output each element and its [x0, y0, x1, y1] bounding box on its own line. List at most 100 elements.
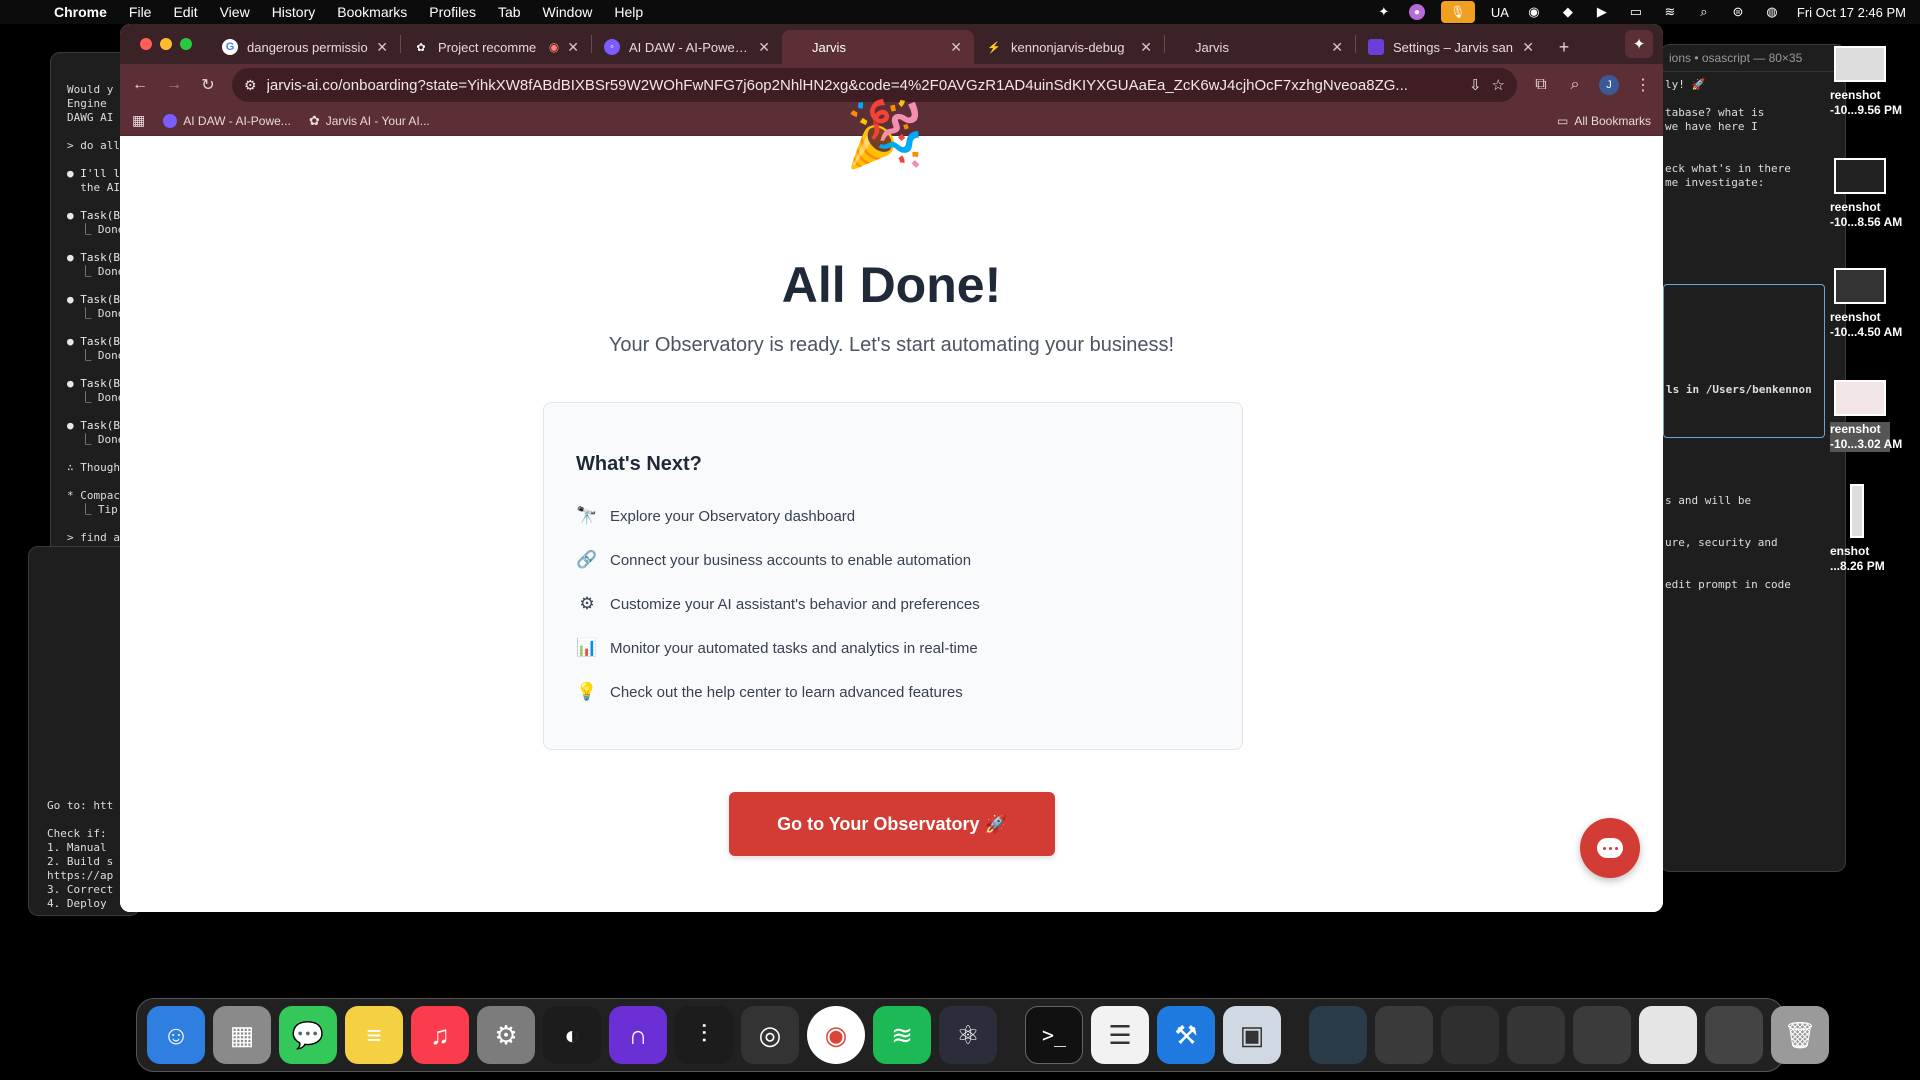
clock[interactable]: Fri Oct 17 2:46 PM [1797, 5, 1906, 20]
desktop-screenshot-file[interactable]: reenshot -10...3.02 AM [1830, 380, 1902, 452]
bookmark-jarvis-ai[interactable]: ✿ Jarvis AI - Your AI... [309, 113, 430, 129]
tab-ai-daw[interactable]: ◦ AI DAW - AI-Powered ✕ [592, 30, 782, 64]
back-icon[interactable]: ← [130, 76, 150, 94]
tab-dangerous-permissions[interactable]: G dangerous permissio ✕ [210, 30, 400, 64]
tab-kennonjarvis-debug[interactable]: ⚡ kennonjarvis-debug ✕ [974, 30, 1164, 64]
music-icon[interactable]: ♫ [411, 1006, 469, 1064]
reminders-icon[interactable]: ☰ [1091, 1006, 1149, 1064]
trash-icon[interactable]: 🗑 [1771, 1006, 1829, 1064]
close-tab-icon[interactable]: ✕ [758, 39, 770, 56]
onboarding-page: 🎉 All Done! Your Observatory is ready. L… [120, 102, 1663, 912]
minimized-window-icon[interactable] [1507, 1006, 1565, 1064]
more-menu-icon[interactable]: ⋮ [1633, 75, 1653, 95]
tab-jarvis[interactable]: Jarvis ✕ [1165, 30, 1355, 64]
address-bar[interactable]: ⚙ jarvis-ai.co/onboarding?state=YihkXW8f… [232, 68, 1517, 102]
menu-profiles[interactable]: Profiles [429, 4, 476, 20]
xcode-icon[interactable]: ⚒ [1157, 1006, 1215, 1064]
compressor-icon[interactable]: ◎ [741, 1006, 799, 1064]
messages-icon[interactable]: 💬 [279, 1006, 337, 1064]
next-item-monitor: 📊 Monitor your automated tasks and analy… [576, 626, 1210, 670]
extensions-icon[interactable]: ⧉ [1531, 76, 1551, 94]
chrome-icon[interactable]: ◉ [807, 1006, 865, 1064]
apps-grid-icon[interactable]: ▦ [132, 112, 145, 129]
notes-icon[interactable]: ≡ [345, 1006, 403, 1064]
screenshot-thumbnail [1834, 46, 1886, 82]
spotify-icon[interactable]: ≋ [873, 1006, 931, 1064]
desktop-screenshot-file[interactable]: reenshot -10...8.56 AM [1830, 158, 1902, 230]
minimized-window-icon[interactable] [1441, 1006, 1499, 1064]
menu-app-name[interactable]: Chrome [54, 4, 107, 20]
close-tab-icon[interactable]: ✕ [1331, 39, 1343, 56]
menu-tab[interactable]: Tab [498, 4, 521, 20]
battery-icon[interactable]: ▭ [1627, 4, 1645, 19]
gemini-icon[interactable]: ✦ [1625, 30, 1653, 58]
next-item-connect: 🔗 Connect your business accounts to enab… [576, 538, 1210, 582]
microphone-icon[interactable]: 🎙 [1440, 1, 1475, 23]
ua-console-icon[interactable]: ⫶ [675, 1006, 733, 1064]
menu-history[interactable]: History [272, 4, 316, 20]
terminal-window-right[interactable]: ions • osascript — 80×35 ly! 🚀 tabase? w… [1660, 44, 1846, 872]
launchpad-icon[interactable]: ▦ [213, 1006, 271, 1064]
close-window-button[interactable] [140, 38, 152, 50]
close-tab-icon[interactable]: ✕ [950, 39, 962, 56]
tab-search-icon[interactable]: ⌕ [1565, 76, 1585, 94]
finder-icon[interactable]: ☺ [147, 1006, 205, 1064]
chat-widget-button[interactable] [1580, 818, 1640, 878]
sparkle-icon[interactable]: ✦ [1375, 4, 1393, 19]
bookmark-star-icon[interactable]: ☆ [1492, 76, 1505, 94]
app-status-icon[interactable]: ● [1408, 4, 1425, 20]
bookmark-ai-daw[interactable]: AI DAW - AI-Powe... [163, 113, 291, 128]
play-icon[interactable]: ▶ [1593, 4, 1611, 19]
tab-title: Jarvis [812, 39, 846, 55]
ua-connect-icon[interactable]: ◐ [543, 1006, 601, 1064]
search-icon[interactable]: ⌕ [1695, 4, 1713, 19]
profile-avatar[interactable]: J [1599, 75, 1619, 95]
desktop-screenshot-file[interactable]: reenshot -10...9.56 PM [1830, 46, 1902, 118]
terminal-path-line: ls in /Users/benkennon [1666, 383, 1812, 396]
input-source[interactable]: UA [1491, 5, 1509, 20]
menu-edit[interactable]: Edit [173, 4, 197, 20]
minimized-window-icon[interactable] [1573, 1006, 1631, 1064]
tab-jarvis-active[interactable]: Jarvis ✕ [782, 30, 974, 64]
minimize-window-button[interactable] [160, 38, 172, 50]
control-center-icon[interactable]: ⊜ [1729, 4, 1747, 19]
desktop-screenshot-file[interactable]: enshot ...8.26 PM [1830, 484, 1890, 574]
menu-bookmarks[interactable]: Bookmarks [337, 4, 407, 20]
tab-settings[interactable]: Settings – Jarvis san ✕ [1356, 30, 1546, 64]
close-tab-icon[interactable]: ✕ [567, 39, 579, 56]
wifi-icon[interactable]: ≋ [1661, 4, 1679, 19]
minimized-window-icon[interactable] [1705, 1006, 1763, 1064]
close-tab-icon[interactable]: ✕ [1140, 39, 1152, 56]
siri-icon[interactable]: ◍ [1763, 4, 1781, 19]
site-info-icon[interactable]: ⚙ [244, 77, 257, 94]
arc-icon[interactable]: ∩ [609, 1006, 667, 1064]
new-tab-button[interactable]: + [1546, 30, 1582, 64]
install-app-icon[interactable]: ⇩ [1469, 76, 1482, 94]
menu-help[interactable]: Help [614, 4, 643, 20]
bookmark-label: AI DAW - AI-Powe... [183, 113, 291, 128]
desktop-screenshot-file[interactable]: reenshot -10...4.50 AM [1830, 268, 1902, 340]
close-tab-icon[interactable]: ✕ [376, 39, 388, 56]
close-tab-icon[interactable]: ✕ [1522, 39, 1534, 56]
reload-icon[interactable]: ↻ [198, 75, 218, 95]
tab-project-recommendations[interactable]: ✿ Project recomme ◉ ✕ [401, 30, 591, 64]
vpn-icon[interactable]: ◉ [1525, 4, 1543, 19]
go-to-observatory-button[interactable]: Go to Your Observatory 🚀 [729, 792, 1055, 856]
terminal-icon[interactable]: >_ [1025, 1006, 1083, 1064]
zoom-window-button[interactable] [180, 38, 192, 50]
menu-file[interactable]: File [129, 4, 152, 20]
forward-icon[interactable]: → [164, 76, 184, 94]
bookmark-label: Jarvis AI - Your AI... [325, 113, 430, 128]
system-settings-icon[interactable]: ⚙ [477, 1006, 535, 1064]
preview-icon[interactable]: ▣ [1223, 1006, 1281, 1064]
menu-window[interactable]: Window [543, 4, 593, 20]
minimized-window-icon[interactable] [1639, 1006, 1697, 1064]
diamond-icon[interactable]: ◆ [1559, 4, 1577, 19]
minimized-window-icon[interactable] [1375, 1006, 1433, 1064]
file-name: reenshot [1830, 422, 1890, 437]
electron-icon[interactable]: ⚛ [939, 1006, 997, 1064]
all-bookmarks-button[interactable]: ▭ All Bookmarks [1557, 114, 1651, 128]
minimized-window-icon[interactable] [1309, 1006, 1367, 1064]
menu-view[interactable]: View [220, 4, 250, 20]
